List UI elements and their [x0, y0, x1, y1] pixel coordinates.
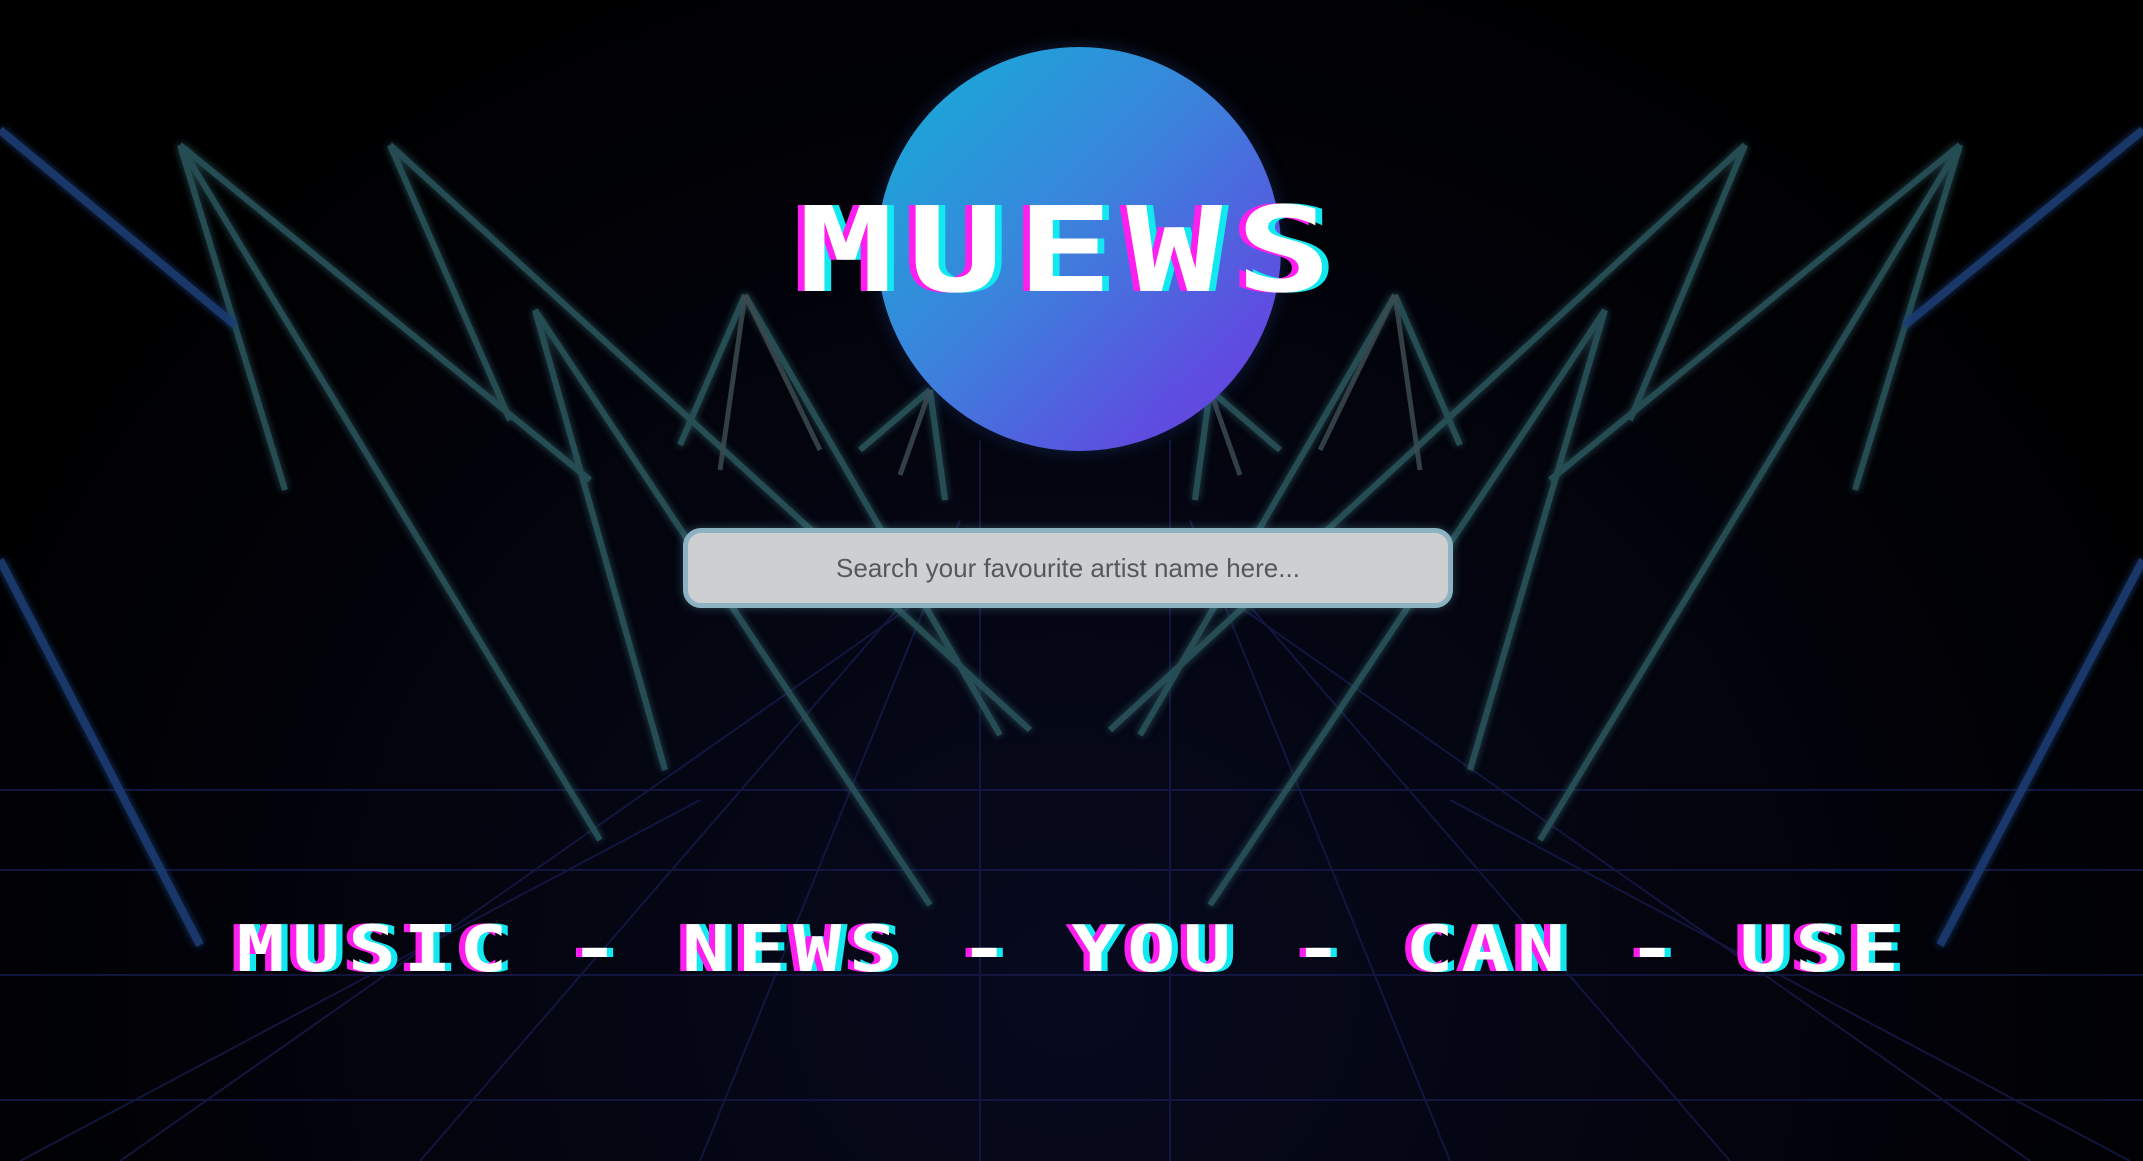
search-box[interactable]	[683, 528, 1453, 608]
artist-search-input[interactable]	[688, 533, 1448, 603]
brand-title: Muews	[797, 181, 1346, 319]
landing-page: Muews Music - News - You - Can - Use	[0, 0, 2143, 1161]
tagline: Music - News - You - Can - Use	[236, 913, 1907, 987]
